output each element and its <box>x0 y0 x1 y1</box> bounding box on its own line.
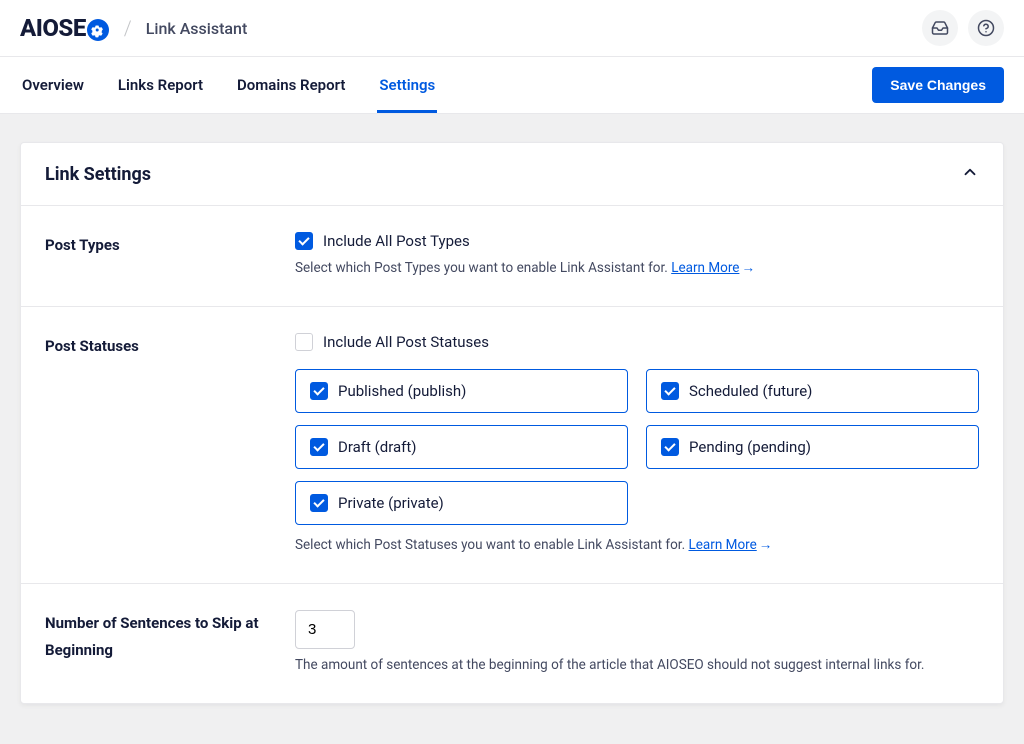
breadcrumb-divider: / <box>124 16 132 40</box>
tabs: Overview Links Report Domains Report Set… <box>20 58 437 113</box>
post-types-body: Include All Post Types Select which Post… <box>295 232 979 276</box>
logo-text-dark: AIOSE <box>20 14 86 42</box>
status-published-checkbox[interactable] <box>310 382 328 400</box>
inbox-icon <box>931 19 949 37</box>
topbar-left: AIOSE / Link Assistant <box>20 14 247 42</box>
help-button[interactable] <box>968 10 1004 46</box>
settings-card: Link Settings Post Types Include All Pos… <box>20 142 1004 704</box>
sentences-skip-input[interactable] <box>295 610 355 649</box>
include-all-post-statuses-label: Include All Post Statuses <box>323 333 489 351</box>
include-all-post-statuses-checkbox[interactable] <box>295 333 313 351</box>
section-post-statuses: Post Statuses Include All Post Statuses … <box>21 307 1003 584</box>
status-scheduled[interactable]: Scheduled (future) <box>646 369 979 413</box>
post-types-label: Post Types <box>45 232 275 276</box>
section-sentences-skip: Number of Sentences to Skip at Beginning… <box>21 584 1003 703</box>
tab-domains-report[interactable]: Domains Report <box>235 58 347 113</box>
topbar-right <box>922 10 1004 46</box>
status-published-label: Published (publish) <box>338 382 466 400</box>
collapse-toggle[interactable] <box>961 163 979 185</box>
status-draft[interactable]: Draft (draft) <box>295 425 628 469</box>
status-private-checkbox[interactable] <box>310 494 328 512</box>
tab-links-report[interactable]: Links Report <box>116 58 205 113</box>
post-statuses-body: Include All Post Statuses Published (pub… <box>295 333 979 553</box>
topbar: AIOSE / Link Assistant <box>0 0 1024 57</box>
page-title: Link Assistant <box>146 19 248 38</box>
status-private-label: Private (private) <box>338 494 444 512</box>
help-icon <box>977 19 995 37</box>
post-types-learn-more-link[interactable]: Learn More <box>671 260 755 276</box>
sentences-skip-help: The amount of sentences at the beginning… <box>295 657 979 673</box>
post-statuses-help-text: Select which Post Statuses you want to e… <box>295 537 685 553</box>
post-statuses-label: Post Statuses <box>45 333 275 553</box>
tab-overview[interactable]: Overview <box>20 58 86 113</box>
status-grid: Published (publish) Scheduled (future) D… <box>295 369 979 525</box>
status-scheduled-label: Scheduled (future) <box>689 382 812 400</box>
post-types-help-text: Select which Post Types you want to enab… <box>295 260 668 276</box>
tabbar: Overview Links Report Domains Report Set… <box>0 57 1024 114</box>
content: Link Settings Post Types Include All Pos… <box>0 114 1024 744</box>
status-scheduled-checkbox[interactable] <box>661 382 679 400</box>
logo: AIOSE <box>20 14 110 42</box>
status-pending-checkbox[interactable] <box>661 438 679 456</box>
sentences-skip-label: Number of Sentences to Skip at Beginning <box>45 610 275 673</box>
inbox-button[interactable] <box>922 10 958 46</box>
status-private[interactable]: Private (private) <box>295 481 628 525</box>
tab-settings[interactable]: Settings <box>377 58 437 113</box>
status-published[interactable]: Published (publish) <box>295 369 628 413</box>
post-statuses-learn-more-link[interactable]: Learn More <box>689 537 773 553</box>
status-pending[interactable]: Pending (pending) <box>646 425 979 469</box>
logo-gear <box>86 14 110 42</box>
section-post-types: Post Types Include All Post Types Select… <box>21 206 1003 307</box>
save-button[interactable]: Save Changes <box>872 67 1004 103</box>
post-statuses-help: Select which Post Statuses you want to e… <box>295 537 979 553</box>
include-all-post-types-label: Include All Post Types <box>323 232 470 250</box>
include-all-post-types-checkbox[interactable] <box>295 232 313 250</box>
status-pending-label: Pending (pending) <box>689 438 811 456</box>
status-draft-label: Draft (draft) <box>338 438 417 456</box>
chevron-up-icon <box>961 163 979 181</box>
card-header: Link Settings <box>21 143 1003 206</box>
status-draft-checkbox[interactable] <box>310 438 328 456</box>
post-types-help: Select which Post Types you want to enab… <box>295 260 979 276</box>
sentences-skip-body: The amount of sentences at the beginning… <box>295 610 979 673</box>
include-all-post-types-row: Include All Post Types <box>295 232 979 250</box>
card-title: Link Settings <box>45 164 151 185</box>
include-all-post-statuses-row: Include All Post Statuses <box>295 333 979 351</box>
